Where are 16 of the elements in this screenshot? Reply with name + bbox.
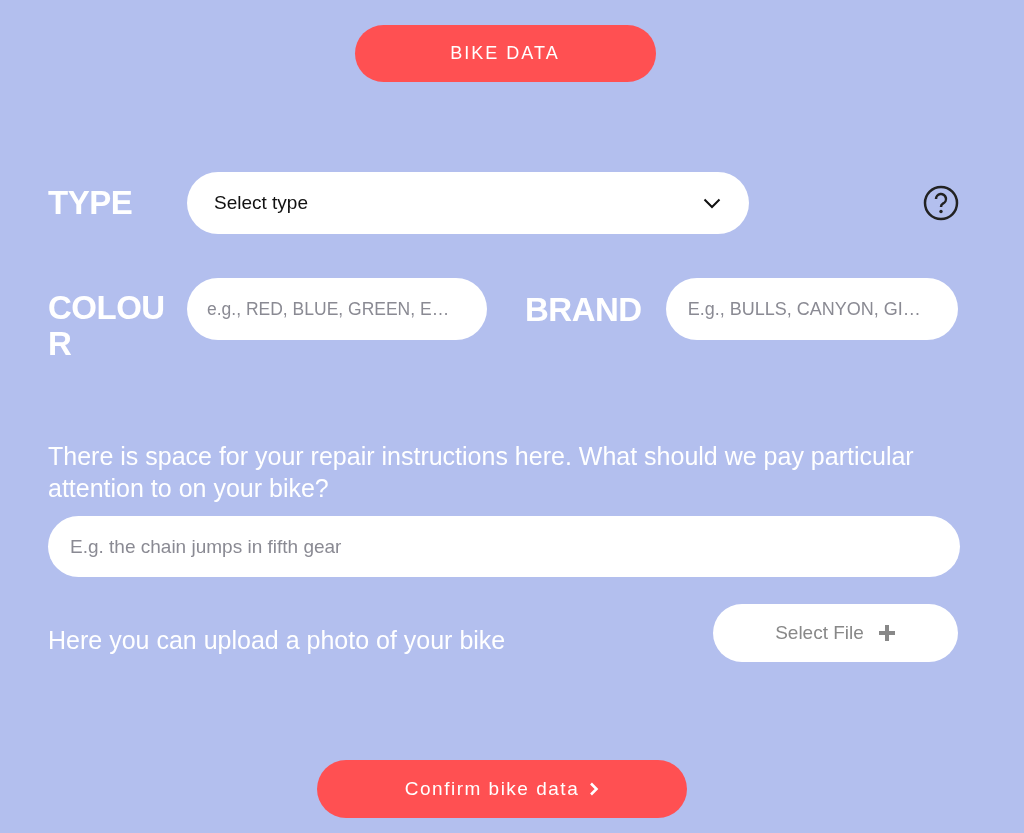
- help-icon[interactable]: [923, 185, 959, 221]
- brand-input[interactable]: E.g., BULLS, CANYON, GI…: [665, 278, 958, 340]
- upload-prompt: Here you can upload a photo of your bike: [48, 625, 506, 656]
- instructions-prompt: There is space for your repair instructions here. What should we pay particular attention to on your bike?: [48, 441, 915, 504]
- chevron-right-icon: [589, 782, 600, 796]
- colour-label: COLOUR: [48, 290, 166, 362]
- bike-data-button[interactable]: BIKE DATA: [354, 25, 656, 82]
- confirm-button[interactable]: Confirm bike data: [317, 760, 687, 818]
- brand-label: BRAND: [525, 291, 642, 329]
- type-label: TYPE: [48, 184, 134, 222]
- select-file-button[interactable]: Select File: [713, 604, 958, 662]
- chevron-down-icon: [703, 197, 721, 209]
- colour-input[interactable]: e.g., RED, BLUE, GREEN, E…: [187, 278, 487, 340]
- instructions-input[interactable]: E.g. the chain jumps in fifth gear: [48, 516, 960, 577]
- plus-icon: [877, 624, 896, 642]
- type-select[interactable]: Select type: [187, 172, 749, 234]
